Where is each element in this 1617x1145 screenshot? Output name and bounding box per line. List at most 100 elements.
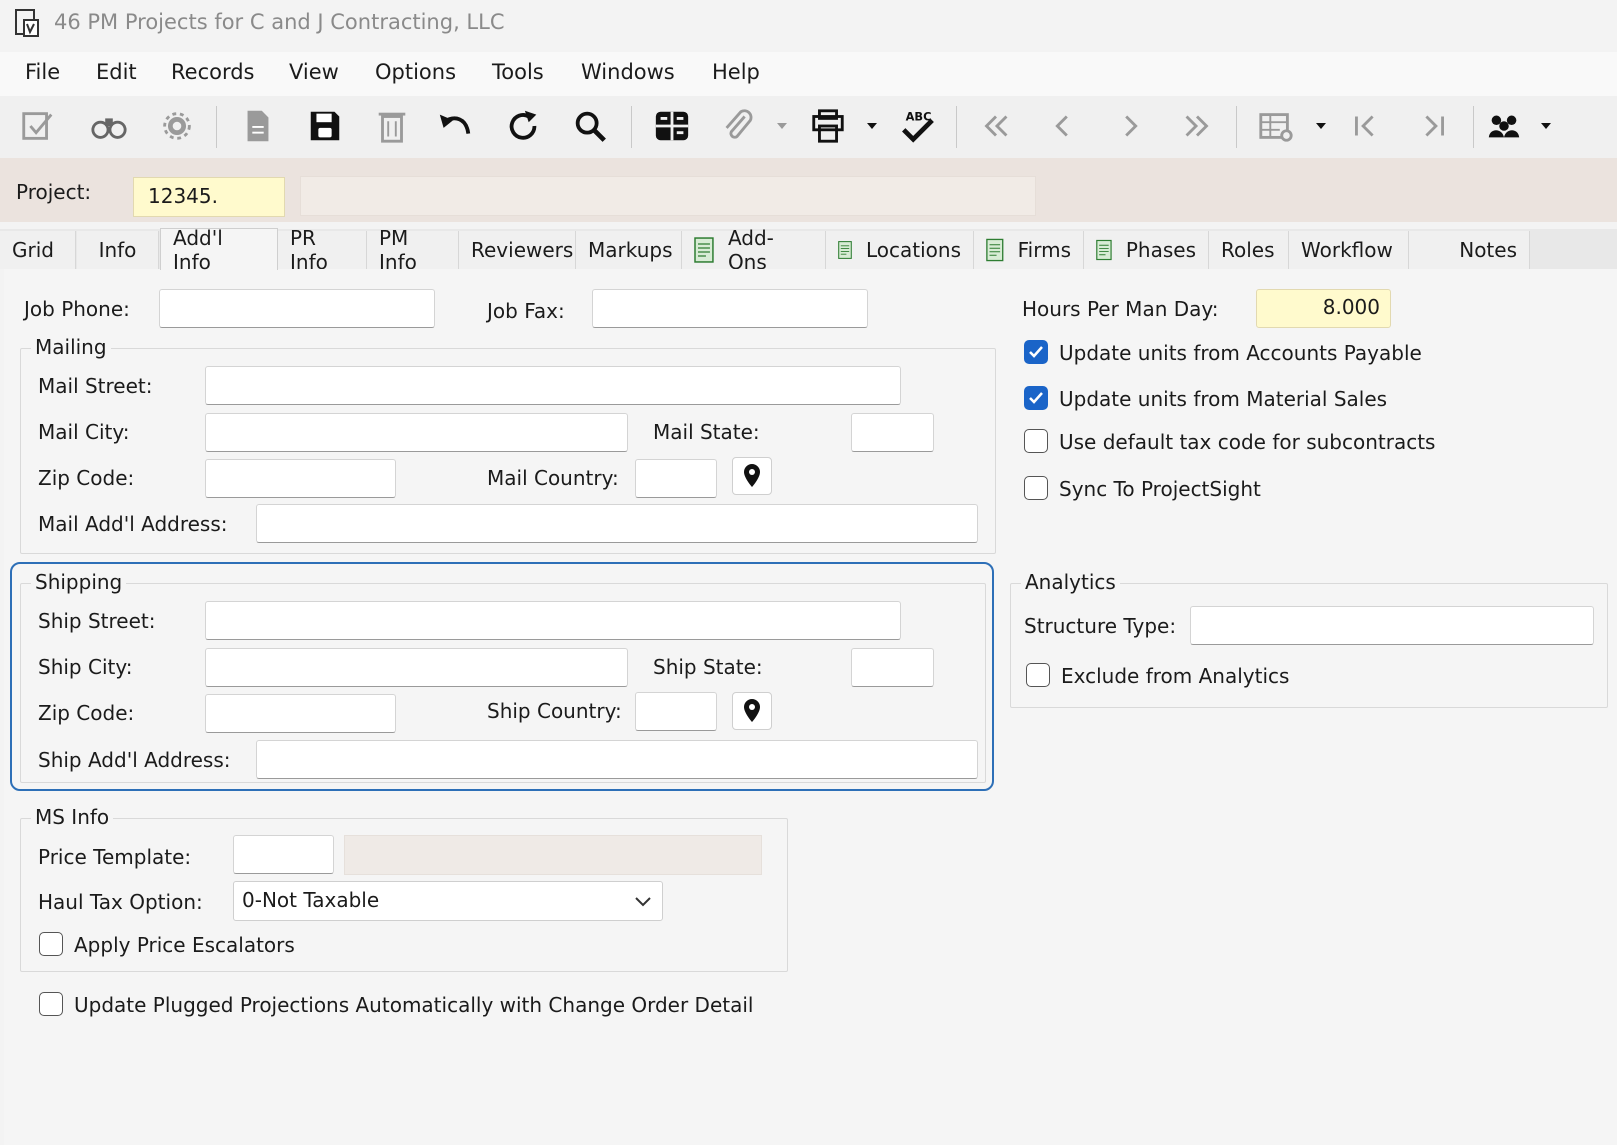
settings-icon[interactable] — [155, 104, 199, 148]
tab-locations[interactable]: Locations — [826, 231, 974, 269]
ship-street-input[interactable] — [205, 601, 901, 640]
update-plugged-projections-checkbox[interactable] — [39, 992, 63, 1016]
tab-notes[interactable]: Notes — [1409, 231, 1530, 269]
apply-price-escalators-checkbox[interactable] — [39, 932, 63, 956]
map-pin-icon — [744, 464, 760, 487]
menu-help[interactable]: Help — [712, 60, 760, 84]
find-icon[interactable] — [87, 104, 131, 148]
menu-windows[interactable]: Windows — [581, 60, 675, 84]
print-icon[interactable] — [806, 104, 850, 148]
mail-location-pin-button[interactable] — [732, 457, 772, 495]
menu-edit[interactable]: Edit — [96, 60, 137, 84]
menu-tools[interactable]: Tools — [492, 60, 544, 84]
refresh-icon[interactable] — [501, 104, 545, 148]
users-dropdown-icon[interactable] — [1539, 104, 1553, 148]
price-template-description — [344, 835, 762, 875]
mail-addl-address-label: Mail Add'l Address: — [38, 512, 228, 536]
first-record-icon[interactable] — [974, 104, 1018, 148]
grid-icon[interactable] — [650, 104, 694, 148]
job-phone-input[interactable] — [159, 289, 435, 328]
exclude-analytics-checkbox[interactable] — [1026, 663, 1050, 687]
tab-phases[interactable]: Phases — [1084, 231, 1209, 269]
document-icon — [694, 237, 714, 263]
undo-icon[interactable] — [433, 104, 477, 148]
table-settings-icon[interactable] — [1254, 104, 1298, 148]
sync-projectsight-label: Sync To ProjectSight — [1059, 477, 1261, 501]
svg-text:ABC: ABC — [906, 109, 932, 123]
search-icon[interactable] — [568, 104, 612, 148]
save-icon[interactable] — [303, 104, 347, 148]
ship-location-pin-button[interactable] — [732, 692, 772, 730]
tab-addl-info[interactable]: Add'l Info — [160, 226, 278, 274]
shipping-group-title: Shipping — [31, 570, 127, 594]
project-input[interactable]: 12345. — [133, 177, 285, 217]
job-fax-label: Job Fax: — [487, 299, 565, 323]
ship-country-input[interactable] — [635, 692, 717, 731]
mail-zip-input[interactable] — [205, 459, 396, 498]
tab-pr-info[interactable]: PR Info — [278, 226, 367, 274]
mail-street-input[interactable] — [205, 366, 901, 405]
edit-icon[interactable] — [16, 104, 60, 148]
attach-icon[interactable] — [716, 104, 760, 148]
sync-projectsight-checkbox[interactable] — [1024, 476, 1048, 500]
default-tax-code-checkbox[interactable] — [1024, 429, 1048, 453]
menu-bar: File Edit Records View Options Tools Win… — [0, 52, 1617, 96]
prev-record-icon[interactable] — [1041, 104, 1085, 148]
users-icon[interactable] — [1482, 104, 1526, 148]
mail-addl-address-input[interactable] — [256, 504, 978, 543]
checkmark-icon — [1029, 346, 1043, 358]
document-icon — [838, 241, 852, 259]
hours-per-man-day-input[interactable]: 8.000 — [1256, 289, 1391, 328]
chevron-down-icon — [635, 897, 651, 907]
delete-icon[interactable] — [370, 104, 414, 148]
tab-markups[interactable]: Markups — [576, 231, 682, 269]
structure-type-label: Structure Type: — [1024, 614, 1177, 638]
tab-pm-info[interactable]: PM Info — [367, 226, 459, 274]
table-dropdown-icon[interactable] — [1314, 104, 1328, 148]
update-plugged-projections-label: Update Plugged Projections Automatically… — [74, 993, 754, 1017]
map-pin-icon — [744, 699, 760, 722]
ship-addl-address-input[interactable] — [256, 740, 978, 779]
tab-firms[interactable]: Firms — [974, 231, 1084, 269]
tab-roles[interactable]: Roles — [1209, 231, 1289, 269]
menu-options[interactable]: Options — [375, 60, 456, 84]
ship-country-label: Ship Country: — [487, 699, 622, 723]
print-dropdown-icon[interactable] — [865, 104, 879, 148]
update-units-ms-checkbox[interactable] — [1024, 386, 1048, 410]
ship-city-input[interactable] — [205, 648, 628, 687]
update-units-ap-checkbox[interactable] — [1024, 340, 1048, 364]
ship-zip-input[interactable] — [205, 694, 396, 733]
tab-grid[interactable]: Grid — [0, 231, 76, 269]
tab-workflow[interactable]: Workflow — [1289, 231, 1409, 269]
mail-city-input[interactable] — [205, 413, 628, 452]
mail-street-label: Mail Street: — [38, 374, 153, 398]
price-template-label: Price Template: — [38, 845, 192, 869]
tab-add-ons[interactable]: Add-Ons — [682, 226, 826, 274]
jump-first-icon[interactable] — [1343, 104, 1387, 148]
tab-info[interactable]: Info — [77, 231, 159, 269]
ship-state-input[interactable] — [851, 648, 934, 687]
haul-tax-option-select[interactable]: 0-Not Taxable — [233, 881, 663, 921]
spellcheck-icon[interactable]: ABC — [895, 104, 939, 148]
job-fax-input[interactable] — [592, 289, 868, 328]
menu-file[interactable]: File — [25, 60, 60, 84]
menu-records[interactable]: Records — [171, 60, 255, 84]
price-template-input[interactable] — [233, 835, 334, 874]
new-record-icon[interactable] — [236, 104, 280, 148]
document-icon — [986, 238, 1004, 262]
attach-dropdown-icon[interactable] — [775, 104, 789, 148]
mail-country-label: Mail Country: — [487, 466, 619, 490]
mail-state-input[interactable] — [851, 413, 934, 452]
tab-reviewers[interactable]: Reviewers — [459, 231, 576, 269]
next-record-icon[interactable] — [1108, 104, 1152, 148]
menu-view[interactable]: View — [289, 60, 339, 84]
ship-state-label: Ship State: — [653, 655, 763, 679]
jump-last-icon[interactable] — [1412, 104, 1456, 148]
structure-type-input[interactable] — [1190, 606, 1594, 645]
ship-zip-label: Zip Code: — [38, 701, 135, 725]
app-icon — [15, 9, 39, 37]
mail-country-input[interactable] — [635, 459, 717, 498]
last-record-icon[interactable] — [1175, 104, 1219, 148]
hours-per-man-day-label: Hours Per Man Day: — [1022, 297, 1219, 321]
window-title: 46 PM Projects for C and J Contracting, … — [54, 10, 505, 34]
